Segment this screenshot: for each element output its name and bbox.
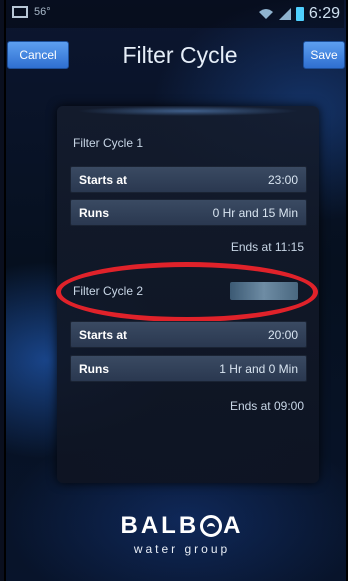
starts-value: 23:00 [267, 173, 298, 187]
logo-text-part2: A [223, 512, 244, 539]
logo-wordmark: BALB A [92, 512, 272, 540]
filter-cycle-2-starts-row[interactable]: Starts at 20:00 [70, 321, 307, 348]
filter-cycle-2-ends: Ends at 09:00 [229, 399, 304, 413]
filter-cycle-1-label: Filter Cycle 1 [73, 136, 144, 150]
starts-value: 20:00 [267, 328, 298, 342]
wifi-icon [258, 9, 273, 19]
runs-value: 0 Hr and 15 Min [212, 206, 298, 220]
runs-value: 1 Hr and 0 Min [219, 362, 298, 376]
runs-label: Runs [79, 206, 109, 220]
logo-wave-o-icon [200, 515, 223, 537]
filter-cycle-2-runs-row[interactable]: Runs 1 Hr and 0 Min [70, 355, 307, 382]
balboa-logo: BALB A water group [92, 512, 272, 556]
panel-glow [77, 106, 299, 116]
filter-cycle-1-starts-row[interactable]: Starts at 23:00 [70, 166, 307, 193]
page-title: Filter Cycle [122, 42, 238, 68]
filter-cycle-1-runs-row[interactable]: Runs 0 Hr and 15 Min [70, 199, 307, 226]
signal-icon [278, 8, 291, 20]
starts-label: Starts at [79, 328, 128, 342]
save-button[interactable]: Save [303, 41, 345, 69]
status-bar: 56° 6:29 [4, 0, 344, 28]
logo-text-part1: BALB [120, 512, 200, 539]
filter-cycle-1-ends: Ends at 11:15 [230, 240, 304, 254]
starts-label: Starts at [79, 173, 128, 187]
highlight-circle [56, 262, 318, 322]
temperature-readout: 56° [34, 6, 51, 18]
logo-tagline: water group [133, 542, 231, 556]
runs-label: Runs [79, 362, 109, 376]
battery-icon [295, 7, 304, 21]
clock: 6:29 [308, 5, 340, 22]
cancel-button[interactable]: Cancel [7, 41, 69, 69]
picture-icon [12, 6, 28, 18]
